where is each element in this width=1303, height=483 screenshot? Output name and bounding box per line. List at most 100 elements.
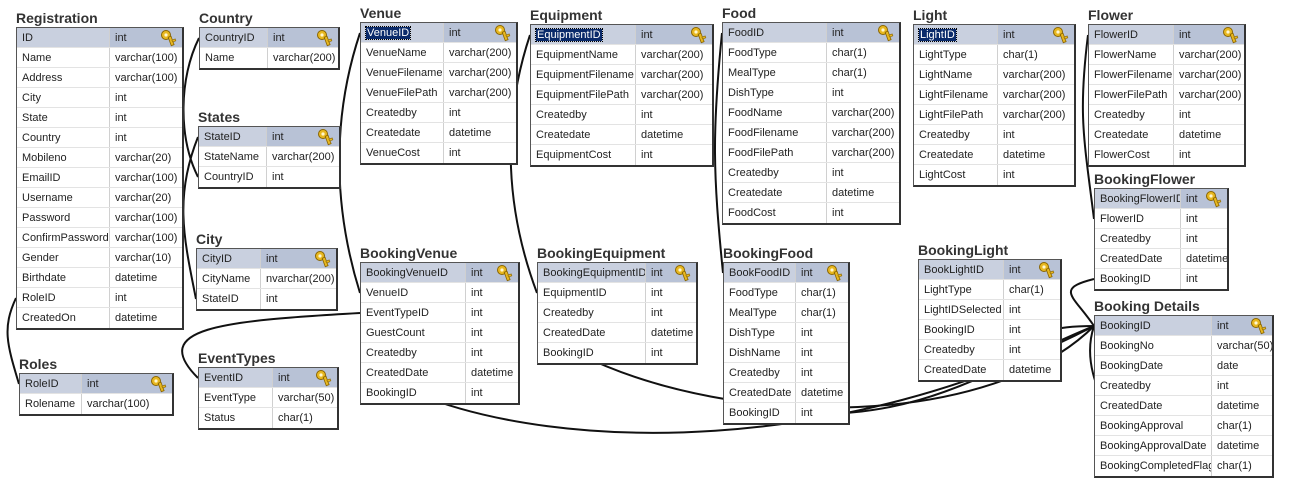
table-roles[interactable]: Roles RoleID int Rolename varchar(100) xyxy=(19,356,174,416)
table-bookingvenue[interactable]: BookingVenue BookingVenueID int VenueID int E… xyxy=(360,245,520,405)
table-row[interactable]: DishType int xyxy=(723,83,899,103)
table-row[interactable]: LightName varchar(200) xyxy=(914,65,1074,85)
table-row[interactable]: CreatedDate datetime xyxy=(361,363,518,383)
primary-key-row[interactable]: StateID int xyxy=(199,127,339,147)
table-row[interactable]: CreatedDate datetime xyxy=(538,323,696,343)
primary-key-row[interactable]: VenueID int xyxy=(361,23,516,43)
table-row[interactable]: Birthdate datetime xyxy=(17,268,182,288)
primary-key-row[interactable]: BookingVenueID int xyxy=(361,263,518,283)
table-row[interactable]: Username varchar(20) xyxy=(17,188,182,208)
table-row[interactable]: VenueID int xyxy=(361,283,518,303)
table-row[interactable]: BookingNo varchar(50) xyxy=(1095,336,1272,356)
table-row[interactable]: EquipmentID int xyxy=(538,283,696,303)
table-row[interactable]: EquipmentFilename varchar(200) xyxy=(531,65,712,85)
table-bookingequipment[interactable]: BookingEquipment BookingEquipmentID int Equ… xyxy=(537,245,698,365)
primary-key-row[interactable]: FlowerID int xyxy=(1089,25,1244,45)
table-row[interactable]: BookingID int xyxy=(538,343,696,363)
table-row[interactable]: VenueFilename varchar(200) xyxy=(361,63,516,83)
table-row[interactable]: Createdby int xyxy=(1095,376,1272,396)
table-row[interactable]: CountryID int xyxy=(199,167,339,187)
table-row[interactable]: Address varchar(100) xyxy=(17,68,182,88)
primary-key-row[interactable]: BookFoodID int xyxy=(724,263,848,283)
table-equipment[interactable]: Equipment EquipmentID int EquipmentName varc… xyxy=(530,7,714,167)
primary-key-row[interactable]: ID int xyxy=(17,28,182,48)
table-row[interactable]: LightIDSelected int xyxy=(919,300,1060,320)
table-row[interactable]: FlowerFilename varchar(200) xyxy=(1089,65,1244,85)
table-row[interactable]: Createdate datetime xyxy=(531,125,712,145)
table-row[interactable]: Gender varchar(10) xyxy=(17,248,182,268)
table-row[interactable]: FoodCost int xyxy=(723,203,899,223)
table-bookingflower[interactable]: BookingFlower BookingFlowerID int FlowerID i… xyxy=(1094,171,1229,291)
table-row[interactable]: FoodType char(1) xyxy=(724,283,848,303)
table-row[interactable]: Country int xyxy=(17,128,182,148)
table-row[interactable]: Createdby int xyxy=(1089,105,1244,125)
table-row[interactable]: EmailID varchar(100) xyxy=(17,168,182,188)
table-row[interactable]: Createdby int xyxy=(361,103,516,123)
table-venue[interactable]: Venue VenueID int VenueName varchar(200) Venu… xyxy=(360,5,518,165)
table-bookinglight[interactable]: BookingLight BookLightID int LightType char(… xyxy=(918,242,1062,382)
table-row[interactable]: CityName nvarchar(200) xyxy=(197,269,336,289)
table-row[interactable]: BookingID int xyxy=(1095,269,1227,289)
table-row[interactable]: LightFilePath varchar(200) xyxy=(914,105,1074,125)
primary-key-row[interactable]: EventID int xyxy=(199,368,337,388)
primary-key-row[interactable]: FoodID int xyxy=(723,23,899,43)
table-row[interactable]: BookingID int xyxy=(724,403,848,423)
table-row[interactable]: Createdate datetime xyxy=(723,183,899,203)
table-row[interactable]: CreatedDate datetime xyxy=(1095,396,1272,416)
table-city[interactable]: City CityID int CityName nvarchar(200) StateI… xyxy=(196,231,338,311)
table-row[interactable]: LightType char(1) xyxy=(919,280,1060,300)
primary-key-row[interactable]: BookLightID int xyxy=(919,260,1060,280)
table-row[interactable]: CreatedDate datetime xyxy=(724,383,848,403)
table-row[interactable]: Password varchar(100) xyxy=(17,208,182,228)
table-row[interactable]: MealType char(1) xyxy=(723,63,899,83)
primary-key-row[interactable]: BookingID int xyxy=(1095,316,1272,336)
primary-key-row[interactable]: RoleID int xyxy=(20,374,172,394)
table-row[interactable]: Mobileno varchar(20) xyxy=(17,148,182,168)
table-row[interactable]: EquipmentName varchar(200) xyxy=(531,45,712,65)
table-row[interactable]: FlowerName varchar(200) xyxy=(1089,45,1244,65)
table-row[interactable]: VenueFilePath varchar(200) xyxy=(361,83,516,103)
table-row[interactable]: BookingID int xyxy=(919,320,1060,340)
table-food[interactable]: Food FoodID int FoodType char(1) MealType char… xyxy=(722,5,901,225)
table-row[interactable]: Status char(1) xyxy=(199,408,337,428)
table-row[interactable]: BookingCompletedFlag char(1) xyxy=(1095,456,1272,476)
table-row[interactable]: Name varchar(200) xyxy=(200,48,338,68)
table-row[interactable]: Createdate datetime xyxy=(914,145,1074,165)
table-row[interactable]: Rolename varchar(100) xyxy=(20,394,172,414)
table-country[interactable]: Country CountryID int Name varchar(200) xyxy=(199,10,340,70)
table-row[interactable]: VenueName varchar(200) xyxy=(361,43,516,63)
table-row[interactable]: BookingDate date xyxy=(1095,356,1272,376)
table-row[interactable]: Createdby int xyxy=(919,340,1060,360)
table-row[interactable]: DishType int xyxy=(724,323,848,343)
diagram-canvas[interactable]: Registration ID int Name varchar(100) Address… xyxy=(0,0,1303,483)
table-row[interactable]: LightCost int xyxy=(914,165,1074,185)
table-row[interactable]: FoodFilename varchar(200) xyxy=(723,123,899,143)
table-row[interactable]: VenueCost int xyxy=(361,143,516,163)
table-row[interactable]: RoleID int xyxy=(17,288,182,308)
table-row[interactable]: FoodFilePath varchar(200) xyxy=(723,143,899,163)
table-row[interactable]: EventTypeID int xyxy=(361,303,518,323)
table-row[interactable]: Createdby int xyxy=(361,343,518,363)
table-row[interactable]: Createdby int xyxy=(1095,229,1227,249)
table-row[interactable]: EventType varchar(50) xyxy=(199,388,337,408)
table-bookingdetails[interactable]: Booking Details BookingID int BookingNo varc… xyxy=(1094,298,1274,478)
table-row[interactable]: Createdate datetime xyxy=(1089,125,1244,145)
primary-key-row[interactable]: BookingEquipmentID int xyxy=(538,263,696,283)
primary-key-row[interactable]: LightID int xyxy=(914,25,1074,45)
table-row[interactable]: CreatedDate datetime xyxy=(919,360,1060,380)
table-row[interactable]: Createdby int xyxy=(531,105,712,125)
table-row[interactable]: CreatedDate datetime xyxy=(1095,249,1227,269)
table-row[interactable]: BookingApprovalDate datetime xyxy=(1095,436,1272,456)
table-row[interactable]: CreatedOn datetime xyxy=(17,308,182,328)
table-row[interactable]: EquipmentCost int xyxy=(531,145,712,165)
table-light[interactable]: Light LightID int LightType char(1) LightName… xyxy=(913,7,1076,187)
table-row[interactable]: FlowerID int xyxy=(1095,209,1227,229)
table-bookingfood[interactable]: BookingFood BookFoodID int FoodType char(1) M… xyxy=(723,245,850,425)
table-states[interactable]: States StateID int StateName varchar(200) Cou… xyxy=(198,109,341,189)
table-row[interactable]: StateName varchar(200) xyxy=(199,147,339,167)
table-row[interactable]: Createdby int xyxy=(538,303,696,323)
table-row[interactable]: Name varchar(100) xyxy=(17,48,182,68)
table-row[interactable]: BookingID int xyxy=(361,383,518,403)
table-row[interactable]: DishName int xyxy=(724,343,848,363)
table-row[interactable]: BookingApproval char(1) xyxy=(1095,416,1272,436)
